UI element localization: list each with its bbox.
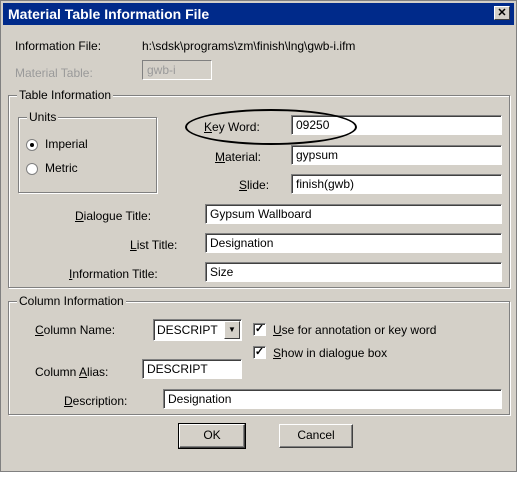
material-label-text: aterial:	[225, 150, 262, 164]
title-bar[interactable]: Material Table Information File ✕	[3, 3, 514, 25]
material-table-field: gwb-i	[142, 60, 212, 80]
list-title-label-text: ist Title:	[136, 238, 178, 252]
use-for-annotation-checkbox[interactable]: ✓	[253, 323, 266, 336]
use-for-annotation-label-text: se for annotation or key word	[281, 323, 437, 337]
material-table-dialog: Material Table Information File ✕ Inform…	[0, 0, 517, 472]
material-mnemonic: M	[215, 150, 225, 164]
window-title: Material Table Information File	[8, 6, 210, 22]
information-file-label: Information File:	[15, 39, 102, 53]
show-in-dialogue-label-text: how in dialogue box	[281, 346, 388, 360]
use-for-annotation-mnemonic: U	[273, 323, 282, 337]
slide-label: Slide:	[239, 178, 269, 192]
column-information-label: Column Information	[17, 294, 126, 308]
table-information-label: Table Information	[17, 88, 114, 102]
information-title-input[interactable]: Size	[205, 262, 502, 282]
close-icon[interactable]: ✕	[494, 6, 510, 20]
dialogue-title-mnemonic: D	[75, 209, 84, 223]
show-in-dialogue-checkbox[interactable]: ✓	[253, 346, 266, 359]
key-word-highlight-ellipse	[185, 109, 357, 145]
column-name-value: DESCRIPT	[157, 323, 218, 337]
use-for-annotation-label[interactable]: Use for annotation or key word	[273, 323, 436, 337]
material-table-label: Material Table:	[15, 66, 93, 80]
dialogue-title-input[interactable]: Gypsum Wallboard	[205, 204, 502, 224]
dialogue-title-label: Dialogue Title:	[75, 209, 151, 223]
description-input[interactable]: Designation	[163, 389, 502, 409]
column-name-label: Column Name:	[35, 323, 115, 337]
chevron-down-icon[interactable]: ▼	[224, 321, 240, 339]
show-in-dialogue-label[interactable]: Show in dialogue box	[273, 346, 387, 360]
list-title-label: List Title:	[130, 238, 177, 252]
column-name-mnemonic: C	[35, 323, 44, 337]
slide-label-text: lide:	[247, 178, 270, 192]
column-alias-label-text: lias:	[87, 365, 109, 379]
column-name-select[interactable]: DESCRIPT ▼	[153, 319, 242, 341]
cancel-button[interactable]: Cancel	[279, 424, 353, 448]
units-group	[18, 117, 157, 193]
imperial-label[interactable]: Imperial	[45, 137, 88, 151]
list-title-mnemonic: L	[130, 238, 137, 252]
dialogue-title-label-text: ialogue Title:	[83, 209, 152, 223]
show-in-dialogue-mnemonic: S	[273, 346, 282, 360]
list-title-input[interactable]: Designation	[205, 233, 502, 253]
units-label: Units	[27, 110, 59, 124]
radio-selected-dot	[30, 143, 34, 147]
metric-radio[interactable]	[26, 163, 38, 175]
description-label-text: escription:	[72, 394, 128, 408]
material-input[interactable]: gypsum	[291, 145, 502, 165]
description-mnemonic: D	[64, 394, 73, 408]
ok-button[interactable]: OK	[178, 423, 246, 449]
imperial-radio[interactable]	[26, 139, 38, 151]
column-name-label-text: olumn Name:	[43, 323, 116, 337]
metric-label[interactable]: Metric	[45, 161, 78, 175]
column-alias-label-prefix: Column	[35, 365, 80, 379]
information-title-label-text: nformation Title:	[72, 267, 158, 281]
information-file-path: h:\sdsk\programs\zm\finish\lng\gwb-i.ifm	[142, 39, 356, 53]
column-alias-mnemonic: A	[79, 365, 88, 379]
column-alias-label: Column Alias:	[35, 365, 108, 379]
column-alias-input[interactable]: DESCRIPT	[142, 359, 242, 379]
information-title-label: Information Title:	[69, 267, 158, 281]
material-label: Material:	[215, 150, 261, 164]
slide-mnemonic: S	[239, 178, 248, 192]
description-label: Description:	[64, 394, 127, 408]
slide-input[interactable]: finish(gwb)	[291, 174, 502, 194]
